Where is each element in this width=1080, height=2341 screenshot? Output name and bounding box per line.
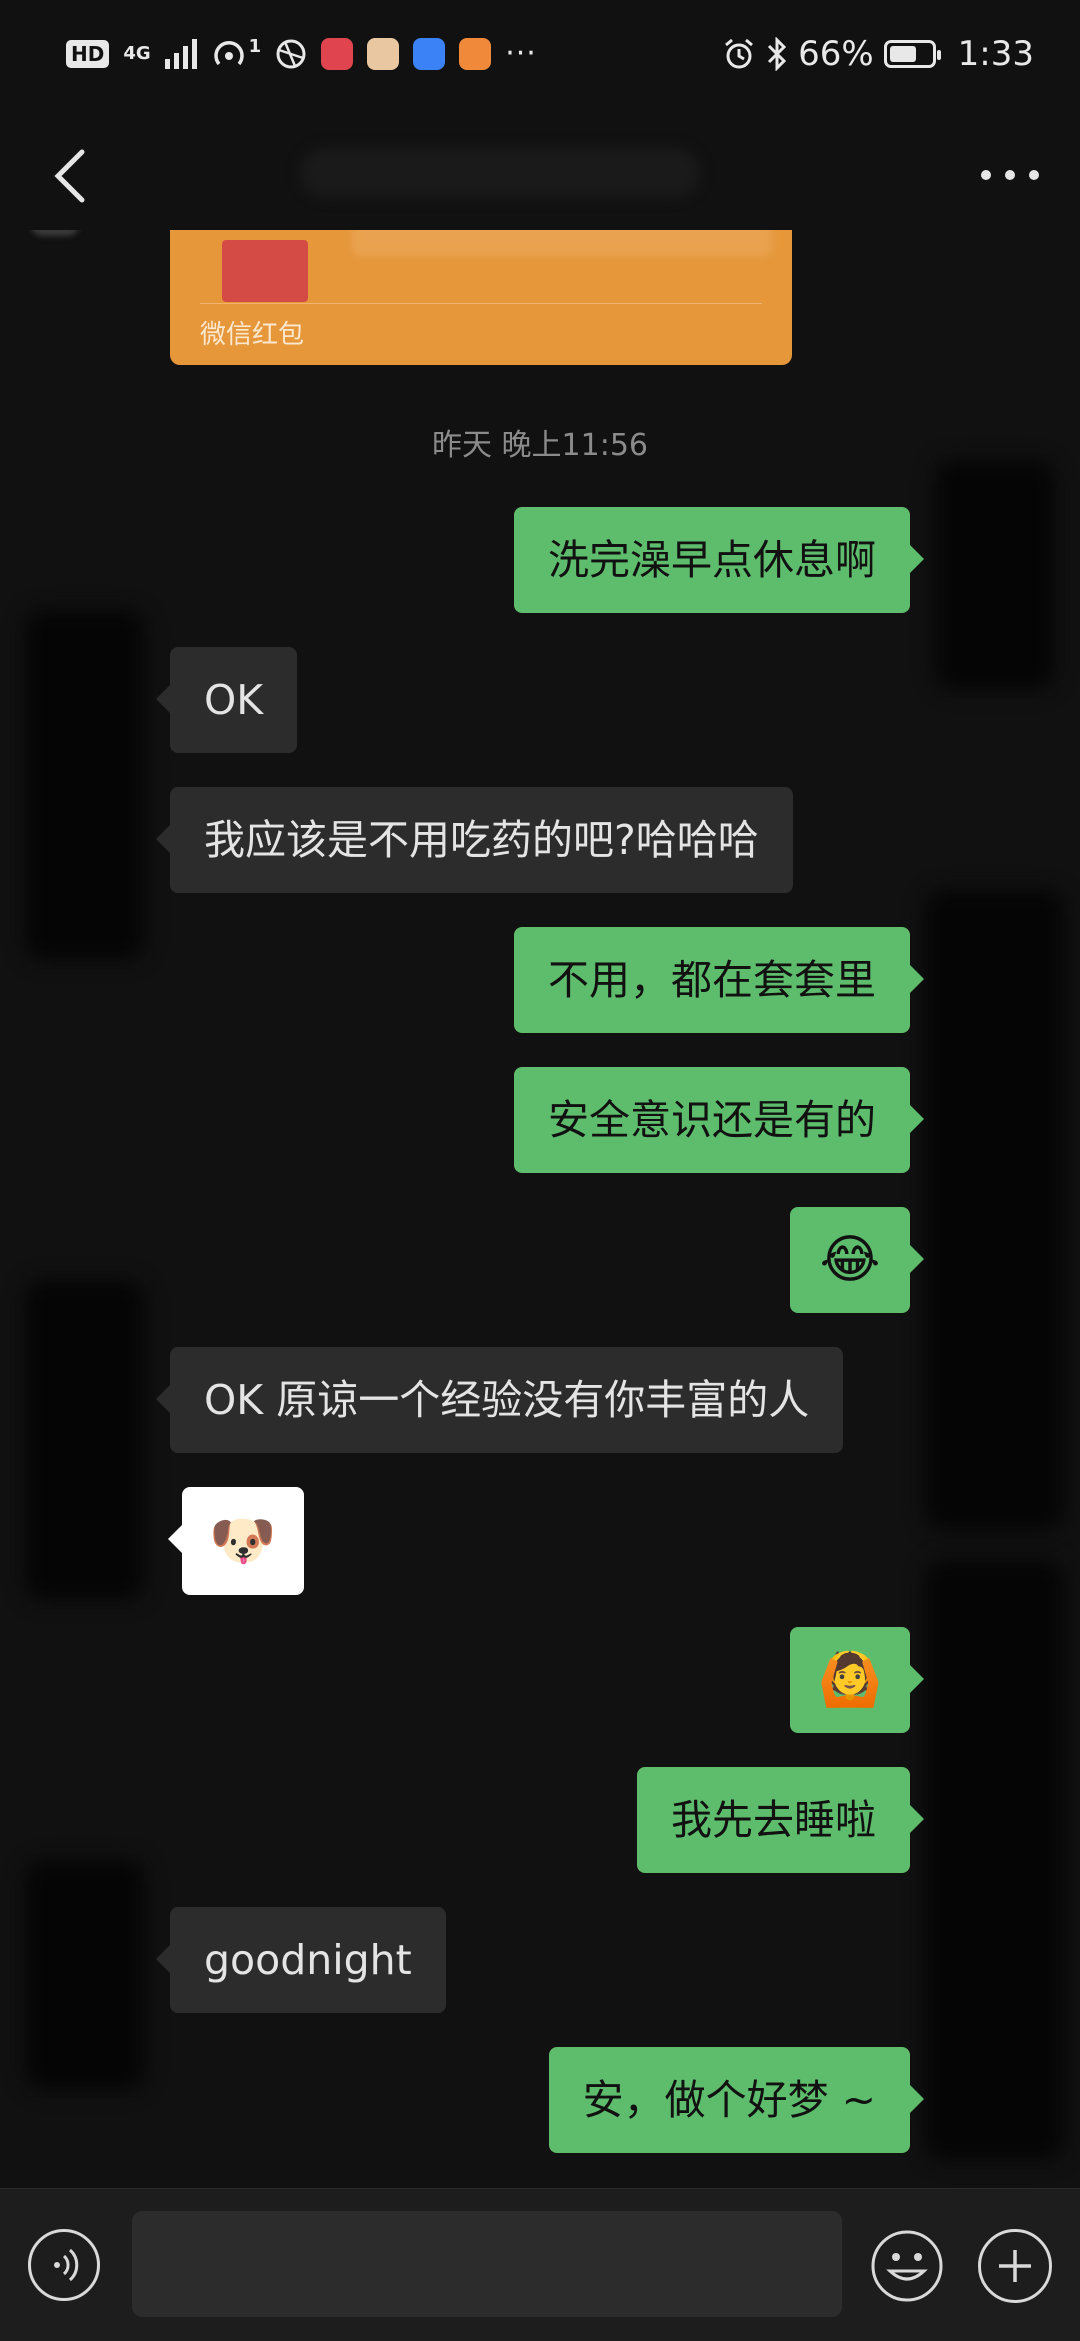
ball-app-icon (276, 39, 306, 68)
incoming-message[interactable]: OK 原谅一个经验没有你丰富的人 (155, 1347, 844, 1453)
incoming-message[interactable]: goodnight (156, 1907, 446, 2013)
contact-name-redacted (300, 148, 700, 198)
video-app-icon (459, 37, 492, 70)
avatar-left[interactable] (25, 610, 145, 960)
incoming-message[interactable]: OK (155, 647, 298, 753)
chat-header (0, 120, 1080, 230)
chevron-left-icon[interactable] (30, 136, 110, 216)
outgoing-message[interactable]: 不用，都在套套里 (514, 927, 924, 1033)
hotspot-icon (213, 40, 244, 65)
hotspot-badge: 1 (248, 35, 262, 57)
message-input[interactable] (132, 2211, 842, 2317)
clock: 1:33 (957, 34, 1034, 74)
bluetooth-icon (768, 37, 787, 71)
incoming-message[interactable]: 我应该是不用吃药的吧?哈哈哈 (156, 787, 793, 893)
cloud-app-icon (413, 37, 446, 70)
outgoing-emoji-message[interactable]: 🙆 (790, 1627, 924, 1733)
red-packet-label: 微信红包 (200, 320, 305, 350)
hd-indicator: HD (66, 39, 110, 68)
voice-icon[interactable] (28, 2229, 100, 2301)
plus-icon[interactable] (978, 2229, 1052, 2303)
red-packet-greeting (352, 230, 772, 256)
chat-history[interactable]: 微信红包 昨天 晚上11:56 洗完澡早点休息啊 OK 我应该是不用吃药的吧?哈… (0, 230, 1080, 2185)
red-app-icon (321, 37, 354, 70)
status-right: 66% 1:33 (722, 34, 1034, 74)
red-packet-icon (222, 240, 308, 302)
outgoing-message[interactable]: 我先去睡啦 (637, 1767, 924, 1873)
avatar-right[interactable] (925, 890, 1065, 1530)
status-left: HD 4G 1 ··· (66, 36, 537, 71)
battery-percent: 66% (798, 34, 874, 74)
more-notifications-icon: ··· (505, 36, 537, 71)
outgoing-emoji-message[interactable]: 😂 (790, 1207, 924, 1313)
more-dots-icon[interactable] (970, 150, 1050, 200)
status-bar: HD 4G 1 ··· 66% 1:33 (0, 0, 1080, 120)
outgoing-message[interactable]: 安全意识还是有的 (514, 1067, 924, 1173)
photo-app-icon (367, 37, 400, 70)
input-bar (0, 2188, 1080, 2341)
avatar-left[interactable] (25, 1280, 145, 1600)
signal-icon (164, 38, 197, 69)
network-type: 4G (123, 42, 151, 64)
outgoing-message[interactable]: 安，做个好梦 ~ (548, 2047, 925, 2153)
avatar[interactable] (30, 230, 80, 236)
avatar-right[interactable] (925, 1560, 1065, 2160)
alarm-icon (725, 38, 754, 69)
incoming-sticker[interactable]: 🐶 (168, 1487, 304, 1595)
red-packet-message[interactable]: 微信红包 (170, 230, 792, 365)
outgoing-message[interactable]: 洗完澡早点休息啊 (514, 507, 924, 613)
battery-icon (883, 40, 941, 68)
emoji-icon[interactable] (870, 2229, 944, 2303)
timestamp: 昨天 晚上11:56 (432, 428, 648, 463)
avatar-left[interactable] (25, 1860, 145, 2090)
avatar-right[interactable] (935, 460, 1055, 690)
